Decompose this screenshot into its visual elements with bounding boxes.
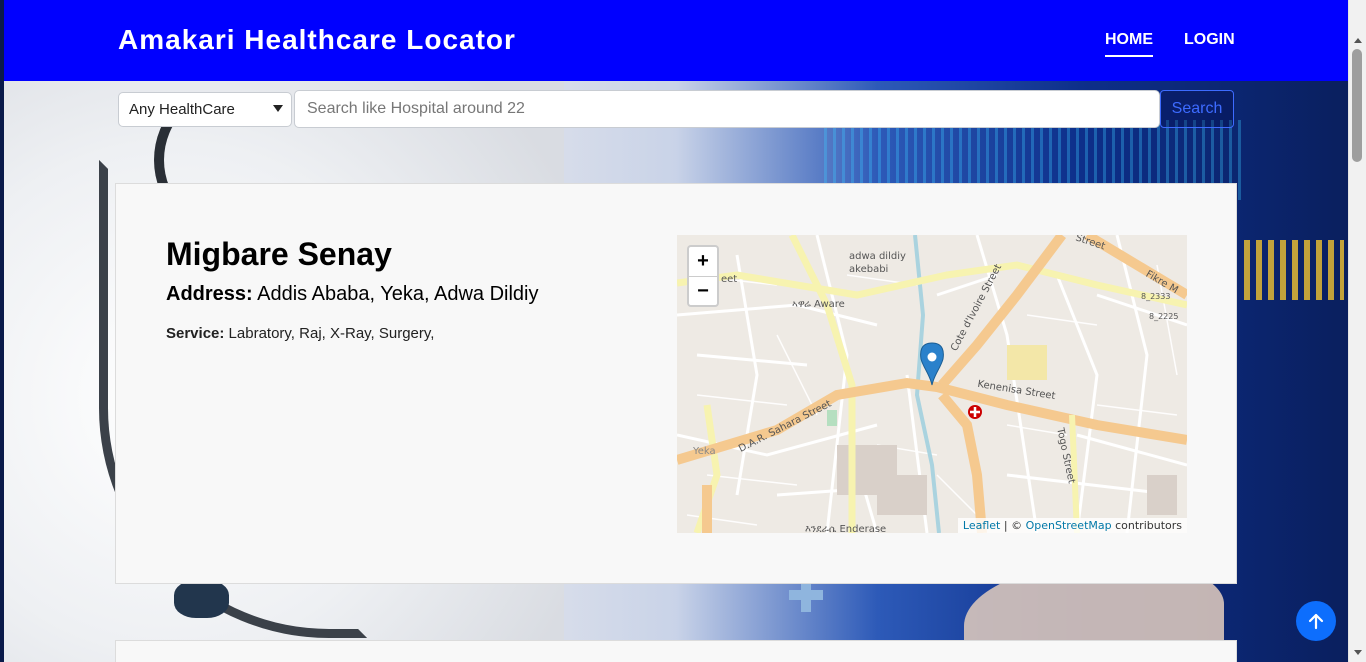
page-scrollbar[interactable] [1348,0,1366,662]
scrollbar-thumb[interactable] [1352,49,1362,162]
facility-map[interactable]: adwa dildiy akebabi ኣዋሬ Aware Cote d'Ivo… [677,235,1187,533]
map-label-enderase: እንደራሴ Enderase [805,524,887,533]
map-tiles [677,235,1187,533]
address-label: Address: [166,283,253,305]
service-value: Labratory, Raj, X-Ray, Surgery, [228,325,435,342]
attribution-separator: | © [1000,519,1026,532]
attribution-tail: contributors [1111,519,1182,532]
map-zoom-control: + − [687,245,719,307]
next-facility-card [115,640,1237,662]
zoom-out-button[interactable]: − [689,277,717,306]
facility-services: Service: Labratory, Raj, X-Ray, Surgery, [166,325,434,342]
facility-card: Migbare Senay Address: Addis Ababa, Yeka… [115,183,1237,584]
search-input[interactable]: Search like Hospital around 22 [294,90,1160,128]
scroll-up-arrow-icon[interactable] [1354,38,1362,43]
facility-name: Migbare Senay [166,236,392,272]
brand-title[interactable]: Amakari Healthcare Locator [118,24,516,56]
zoom-in-button[interactable]: + [689,247,717,277]
back-to-top-button[interactable] [1296,601,1336,641]
map-label-area2: akebabi [849,264,889,275]
page: Amakari Healthcare Locator HOME LOGIN An… [4,0,1348,662]
facility-address: Address: Addis Ababa, Yeka, Adwa Dildiy [166,283,538,306]
nav-login-link[interactable]: LOGIN [1184,31,1235,49]
scroll-down-arrow-icon[interactable] [1354,650,1362,655]
navbar: Amakari Healthcare Locator HOME LOGIN [4,0,1348,81]
healthcare-type-select[interactable]: Any HealthCare [118,92,292,127]
service-label: Service: [166,325,225,342]
healthcare-type-selected: Any HealthCare [129,101,235,118]
map-attribution: Leaflet | © OpenStreetMap contributors [957,518,1187,533]
map-label-aware: ኣዋሬ Aware [792,299,845,310]
map-label-yeka: Yeka [693,446,716,457]
map-label-area1: adwa dildiy [849,251,906,262]
chevron-down-icon [273,105,283,112]
osm-link[interactable]: OpenStreetMap [1026,519,1112,532]
arrow-up-icon [1308,613,1324,630]
map-label-num1: 8_2333 [1141,292,1171,301]
address-value: Addis Ababa, Yeka, Adwa Dildiy [257,283,539,305]
search-placeholder: Search like Hospital around 22 [307,100,525,117]
leaflet-link[interactable]: Leaflet [963,519,1000,532]
nav-home-link[interactable]: HOME [1105,31,1153,57]
search-button[interactable]: Search [1160,90,1234,128]
map-label-edge: eet [721,274,738,285]
map-label-num2: 8_2225 [1149,312,1179,321]
